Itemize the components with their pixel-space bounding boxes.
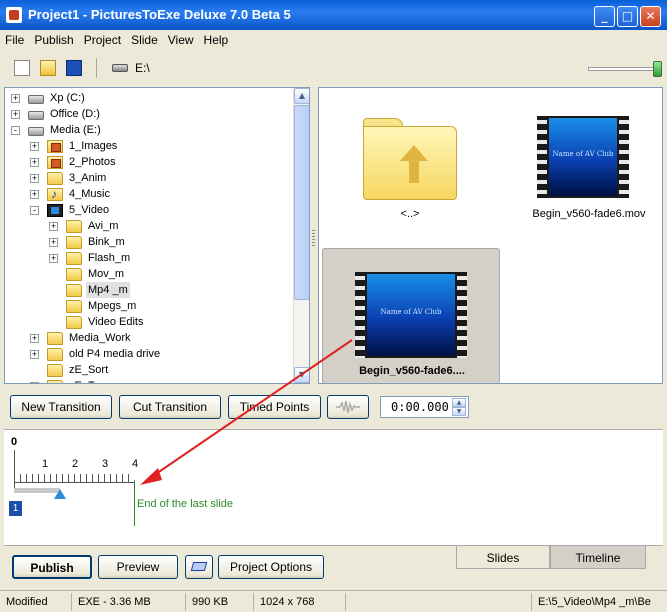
status-file-size: 990 KB xyxy=(188,593,254,611)
tab-timeline[interactable]: Timeline xyxy=(550,545,646,569)
status-modified: Modified xyxy=(2,593,72,611)
status-resolution: 1024 x 768 xyxy=(256,593,346,611)
project-options-button[interactable]: Project Options xyxy=(218,555,324,579)
fullscreen-preview-button[interactable] xyxy=(185,555,213,579)
status-path: E:\5_Video\Mp4 _m\Be xyxy=(538,596,651,608)
annotation-arrow xyxy=(140,339,353,485)
status-spacer xyxy=(346,593,532,611)
screen-icon xyxy=(190,562,208,571)
status-exe-size: EXE - 3.36 MB xyxy=(74,593,186,611)
preview-button[interactable]: Preview xyxy=(98,555,178,579)
publish-button[interactable]: Publish xyxy=(12,555,92,579)
tab-slides[interactable]: Slides xyxy=(456,545,550,569)
status-bar: Modified EXE - 3.36 MB 990 KB 1024 x 768… xyxy=(0,590,667,612)
